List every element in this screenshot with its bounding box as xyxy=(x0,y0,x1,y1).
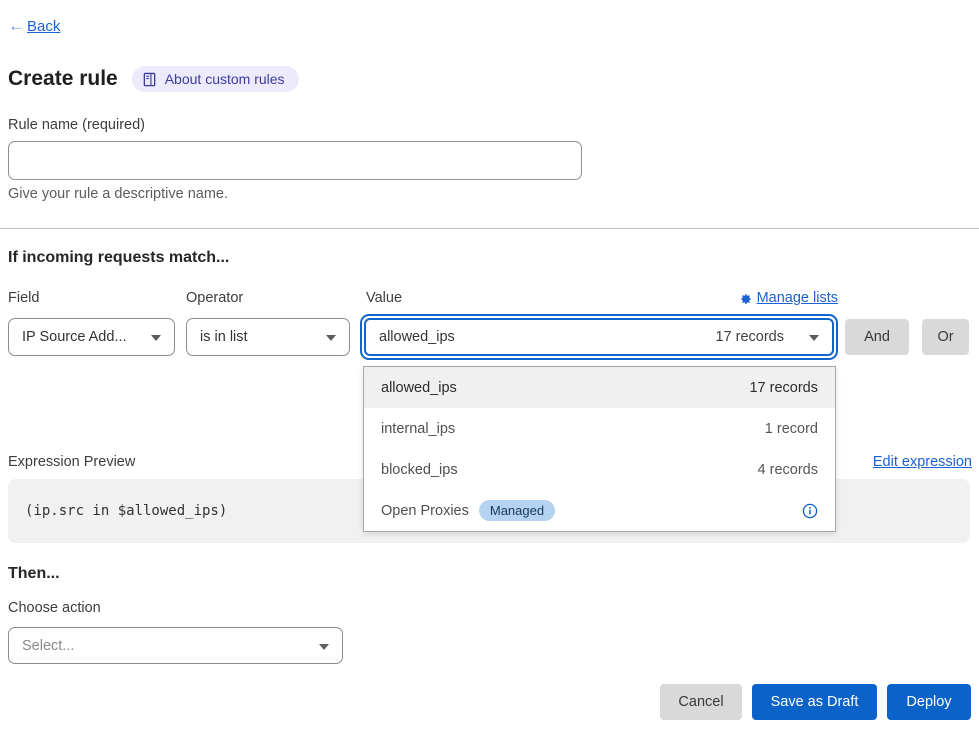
rule-name-input[interactable] xyxy=(8,141,582,180)
field-select[interactable]: IP Source Add... xyxy=(8,318,175,356)
value-select[interactable]: allowed_ips 17 records xyxy=(364,318,834,356)
gear-icon xyxy=(739,292,752,305)
list-item-allowed-ips[interactable]: allowed_ips 17 records xyxy=(364,367,835,408)
list-item-open-proxies[interactable]: Open Proxies Managed xyxy=(364,490,835,531)
book-icon xyxy=(142,72,157,87)
operator-label: Operator xyxy=(186,290,243,306)
or-button[interactable]: Or xyxy=(922,319,969,355)
manage-lists-label: Manage lists xyxy=(757,290,838,306)
back-label: Back xyxy=(27,18,60,35)
value-dropdown-list: allowed_ips 17 records internal_ips 1 re… xyxy=(363,366,836,532)
managed-badge: Managed xyxy=(479,500,555,521)
operator-select-value: is in list xyxy=(200,329,248,345)
cancel-button[interactable]: Cancel xyxy=(660,684,742,720)
value-select-value: allowed_ips xyxy=(379,329,455,345)
edit-expression-link[interactable]: Edit expression xyxy=(873,454,972,470)
operator-select[interactable]: is in list xyxy=(186,318,350,356)
list-item-record-count: 17 records xyxy=(749,380,818,396)
action-select-placeholder: Select... xyxy=(22,638,74,654)
info-icon[interactable] xyxy=(802,503,818,519)
page-title: Create rule xyxy=(8,67,118,91)
manage-lists-link[interactable]: Manage lists xyxy=(739,290,838,306)
and-button[interactable]: And xyxy=(845,319,909,355)
chevron-down-icon xyxy=(319,644,329,650)
about-custom-rules-link[interactable]: About custom rules xyxy=(132,66,299,92)
list-item-internal-ips[interactable]: internal_ips 1 record xyxy=(364,408,835,449)
section-divider xyxy=(0,228,979,229)
list-item-record-count: 4 records xyxy=(758,462,818,478)
field-label: Field xyxy=(8,290,39,306)
list-item-blocked-ips[interactable]: blocked_ips 4 records xyxy=(364,449,835,490)
list-item-name: internal_ips xyxy=(381,421,455,437)
list-item-name: Open Proxies xyxy=(381,503,469,519)
back-arrow-icon: ← xyxy=(8,16,25,36)
expression-code: (ip.src in $allowed_ips) xyxy=(25,503,227,519)
deploy-button[interactable]: Deploy xyxy=(887,684,971,720)
value-select-focus-ring: allowed_ips 17 records xyxy=(360,314,838,360)
list-item-name: blocked_ips xyxy=(381,462,458,478)
chevron-down-icon xyxy=(326,335,336,341)
value-select-record-count: 17 records xyxy=(715,329,796,345)
save-as-draft-button[interactable]: Save as Draft xyxy=(752,684,877,720)
chevron-down-icon xyxy=(151,335,161,341)
rule-name-label: Rule name (required) xyxy=(8,117,145,133)
match-section-heading: If incoming requests match... xyxy=(8,249,229,267)
field-select-value: IP Source Add... xyxy=(22,329,127,345)
about-custom-rules-label: About custom rules xyxy=(165,71,285,87)
back-link[interactable]: ← Back xyxy=(8,16,60,36)
chevron-down-icon xyxy=(809,335,819,341)
title-row: Create rule About custom rules xyxy=(8,66,299,92)
choose-action-label: Choose action xyxy=(8,600,101,616)
list-item-name: allowed_ips xyxy=(381,380,457,396)
list-item-record-count: 1 record xyxy=(765,421,818,437)
create-rule-page: ← Back Create rule About custom rules Ru… xyxy=(0,0,979,739)
expression-preview-label: Expression Preview xyxy=(8,454,135,470)
then-section-heading: Then... xyxy=(8,565,60,583)
action-select[interactable]: Select... xyxy=(8,627,343,664)
rule-name-help-text: Give your rule a descriptive name. xyxy=(8,186,228,202)
value-label: Value xyxy=(366,290,402,306)
